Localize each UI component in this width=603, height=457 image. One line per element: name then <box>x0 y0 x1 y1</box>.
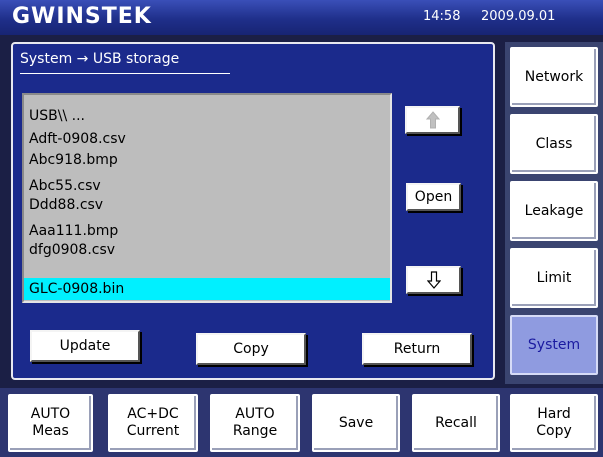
scroll-up-button[interactable] <box>405 106 460 134</box>
update-button[interactable]: Update <box>30 330 140 362</box>
brand-logo: GWINSTEK <box>12 4 152 29</box>
auto-range-button[interactable]: AUTO Range <box>210 394 300 452</box>
file-list[interactable]: USB\\ ... Adft-0908.csv Abc918.bmp Abc55… <box>22 93 392 303</box>
breadcrumb-underline <box>20 73 230 74</box>
ac-dc-line1: AC+DC <box>127 406 179 422</box>
auto-range-line1: AUTO <box>235 406 275 422</box>
auto-meas-line1: AUTO <box>30 406 71 422</box>
copy-button[interactable]: Copy <box>196 333 306 365</box>
side-tab-network[interactable]: Network <box>510 47 598 107</box>
clock-date: 2009.09.01 <box>481 9 556 24</box>
arrow-up-icon <box>425 111 440 129</box>
ac-dc-current-button[interactable]: AC+DC Current <box>108 394 198 452</box>
side-tab-leakage[interactable]: Leakage <box>510 181 598 241</box>
hard-copy-line2: Copy <box>536 423 572 439</box>
arrow-down-icon <box>426 271 441 289</box>
auto-meas-line2: Meas <box>32 423 69 439</box>
recall-label: Recall <box>435 414 477 431</box>
open-button[interactable]: Open <box>406 183 461 211</box>
file-list-item[interactable]: dfg0908.csv <box>29 242 115 258</box>
side-tab-system[interactable]: System <box>510 315 598 375</box>
file-list-item[interactable]: Ddd88.csv <box>29 197 103 213</box>
recall-button[interactable]: Recall <box>412 394 500 452</box>
file-list-item[interactable]: Abc55.csv <box>29 178 101 194</box>
save-label: Save <box>338 414 374 431</box>
ac-dc-line2: Current <box>126 423 180 439</box>
scroll-down-button[interactable] <box>406 266 461 294</box>
save-button[interactable]: Save <box>312 394 400 452</box>
file-list-item[interactable]: Adft-0908.csv <box>29 131 126 147</box>
file-list-item-selected[interactable]: GLC-0908.bin <box>24 278 390 300</box>
file-list-item[interactable]: USB\\ ... <box>29 108 85 124</box>
file-list-item[interactable]: Abc918.bmp <box>29 152 118 168</box>
breadcrumb: System → USB storage <box>20 51 180 67</box>
auto-range-line2: Range <box>232 423 278 439</box>
hard-copy-line1: Hard <box>537 406 571 422</box>
clock-time: 14:58 <box>423 9 461 24</box>
file-list-item[interactable]: Aaa111.bmp <box>29 223 118 239</box>
auto-meas-button[interactable]: AUTO Meas <box>8 394 93 452</box>
return-button[interactable]: Return <box>362 333 472 365</box>
hard-copy-button[interactable]: Hard Copy <box>510 394 598 452</box>
title-bar: GWINSTEK 14:58 2009.09.01 <box>0 0 603 35</box>
side-tab-class[interactable]: Class <box>510 114 598 174</box>
side-tab-limit[interactable]: Limit <box>510 248 598 308</box>
